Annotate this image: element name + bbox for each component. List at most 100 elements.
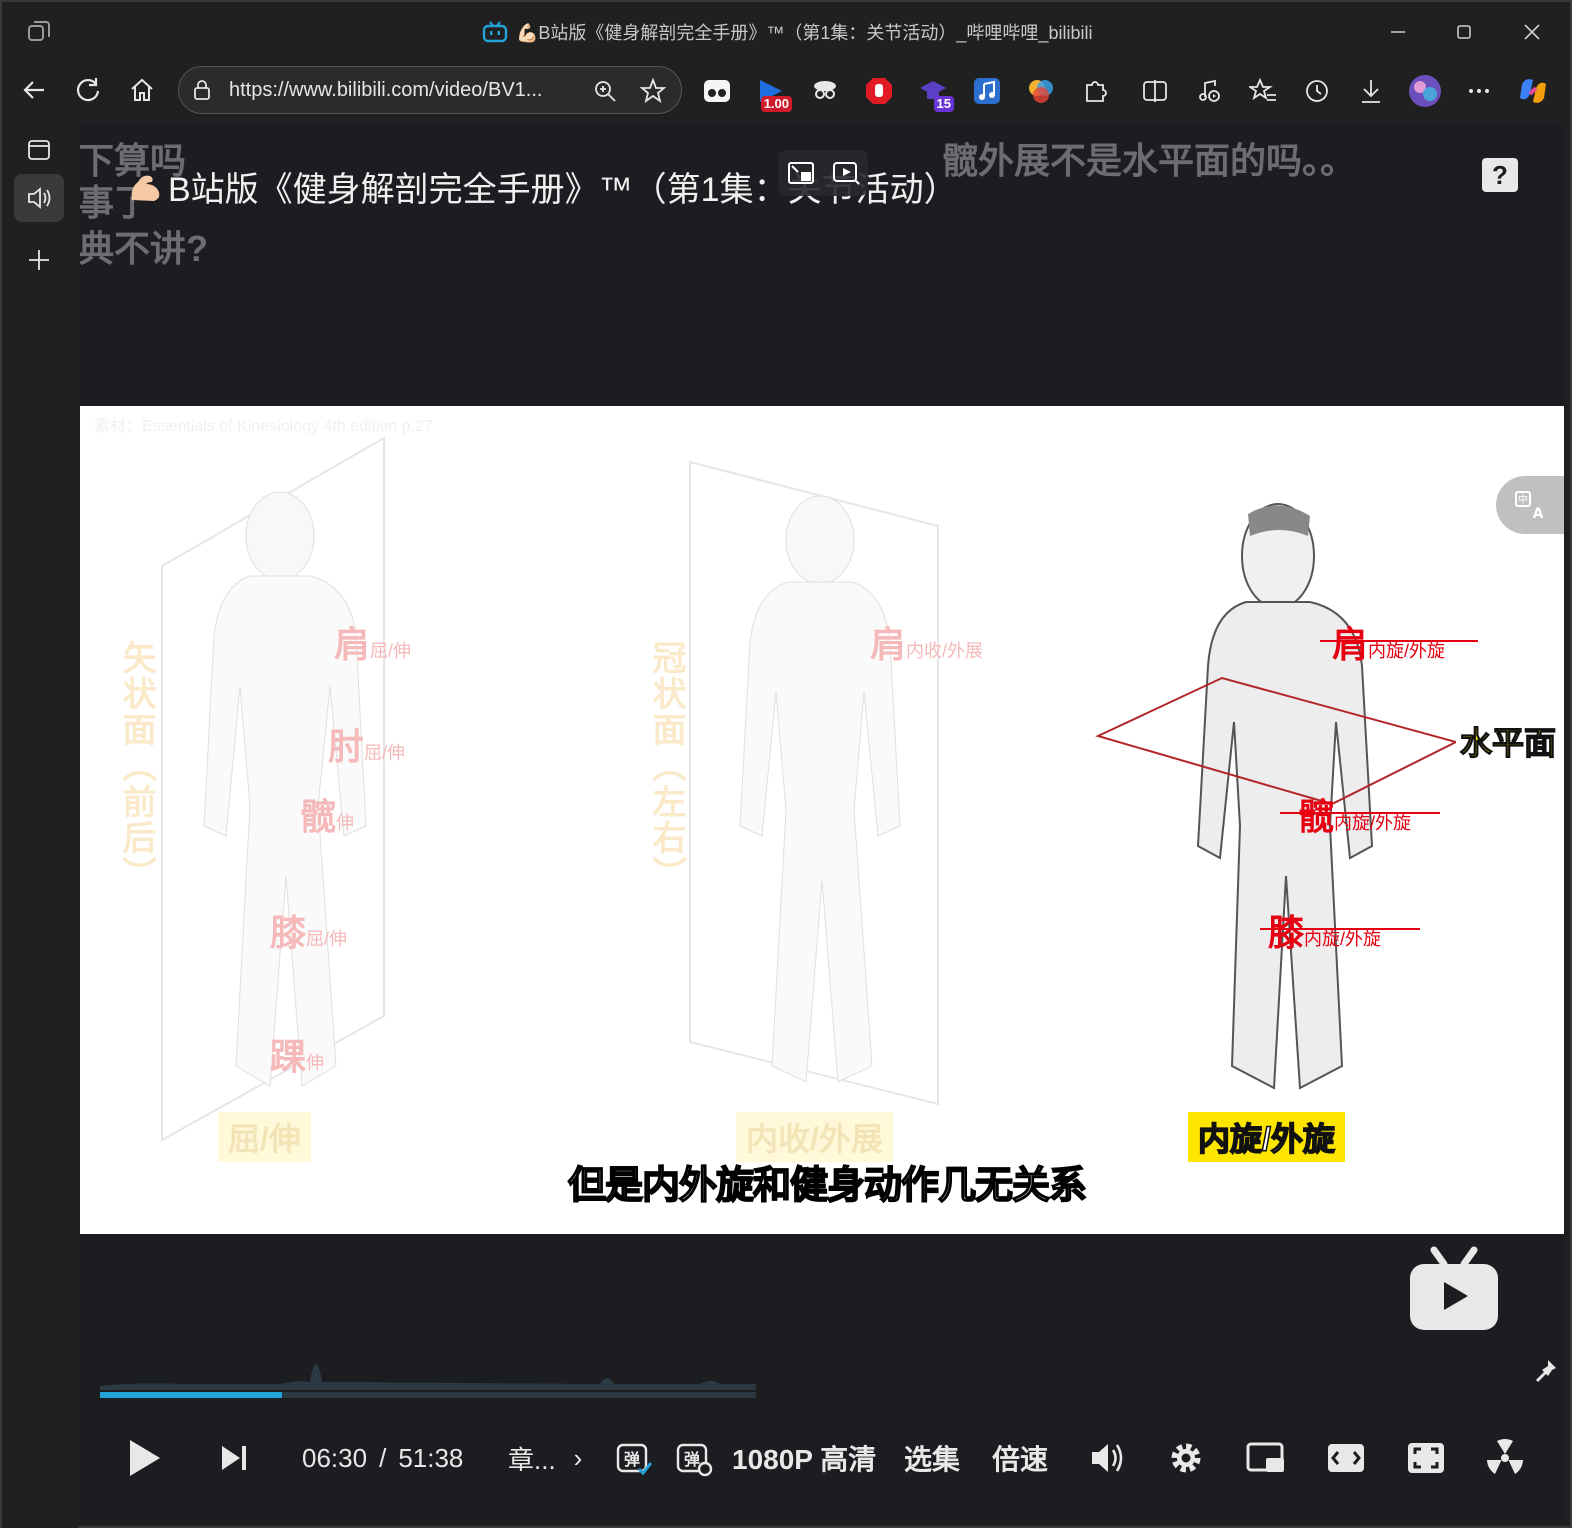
side-rail — [2, 122, 78, 1528]
profile-button[interactable] — [1408, 74, 1442, 108]
coronal-plane-figure — [689, 460, 939, 1106]
pin-icon[interactable] — [1534, 1358, 1558, 1382]
zoom-button[interactable] — [591, 77, 619, 105]
minimize-button[interactable] — [1376, 14, 1420, 50]
danmaku-comment: 典不讲? — [80, 228, 208, 269]
danmaku-settings-button[interactable]: 弹 — [674, 1436, 714, 1480]
bilibili-logo-icon[interactable] — [1408, 1246, 1500, 1334]
extensions-button[interactable] — [1078, 74, 1112, 108]
browser-toolbar: https://www.bilibili.com/video/BV1... 1.… — [2, 60, 1570, 122]
strike-line — [1280, 812, 1440, 814]
glasses-extension-icon — [704, 80, 730, 102]
history-button[interactable] — [1300, 74, 1334, 108]
maximize-icon — [1457, 25, 1471, 39]
home-icon — [131, 78, 153, 101]
svg-text:弹: 弹 — [684, 1450, 700, 1469]
new-tab-button[interactable] — [14, 236, 64, 284]
pip-exit-icon[interactable] — [786, 158, 816, 188]
episodes-label: 选集 — [904, 1444, 961, 1475]
joint-label: 髋伸 — [300, 796, 355, 837]
joint-label: 髋内旋/外旋 — [1298, 796, 1412, 837]
maximize-button[interactable] — [1442, 14, 1486, 50]
close-button[interactable] — [1510, 14, 1554, 50]
progress-track[interactable] — [100, 1392, 756, 1398]
refresh-button[interactable] — [68, 70, 108, 110]
fullscreen-button[interactable] — [1484, 1436, 1526, 1480]
speed-button[interactable]: 倍速 — [992, 1436, 1048, 1480]
home-button[interactable] — [122, 70, 162, 110]
floating-video-tools — [778, 150, 868, 196]
episodes-button[interactable]: 选集 — [904, 1436, 960, 1480]
help-button[interactable]: ? — [1482, 158, 1518, 192]
translate-button[interactable]: 中A — [1496, 476, 1564, 534]
history-icon — [1306, 80, 1328, 102]
url-text[interactable]: https://www.bilibili.com/video/BV1... — [229, 79, 542, 102]
puzzle-icon — [1086, 81, 1107, 102]
favorites-button[interactable] — [1246, 74, 1280, 108]
joint-label: 膝屈/伸 — [270, 912, 348, 953]
browser-window: 💪🏻B站版《健身解剖完全手册》™（第1集：关节活动）_哔哩哔哩_bilibili — [0, 0, 1572, 1528]
play-button[interactable] — [122, 1436, 166, 1480]
downloads-button[interactable] — [1354, 74, 1388, 108]
copilot-icon — [1520, 79, 1546, 103]
skip-next-icon — [222, 1446, 246, 1470]
stop-hand-extension-button[interactable] — [862, 74, 896, 108]
time-display: 06:30 / 51:38 — [302, 1436, 463, 1480]
picture-in-picture-icon — [1246, 1442, 1284, 1472]
visual-search-icon[interactable] — [831, 158, 861, 188]
player-controls: 06:30 / 51:38 章... › 弹 弹 1080P 高清 选集 倍速 — [80, 1422, 1564, 1502]
progress-area[interactable] — [100, 1336, 760, 1398]
horizontal-plane-label: 水平面 — [1456, 718, 1561, 764]
spy-extension-button[interactable] — [808, 74, 842, 108]
vertical-tabs-button[interactable] — [14, 126, 64, 174]
lock-icon[interactable] — [191, 79, 213, 101]
next-button[interactable] — [216, 1436, 252, 1480]
speed-label: 倍速 — [992, 1444, 1049, 1475]
address-bar[interactable]: https://www.bilibili.com/video/BV1... — [178, 66, 682, 114]
speed-extension-button[interactable]: 1.00 — [754, 74, 792, 112]
zoom-in-icon — [595, 81, 616, 102]
more-dots-icon — [1469, 89, 1489, 93]
split-screen-button[interactable] — [1138, 74, 1172, 108]
plus-icon — [29, 250, 49, 270]
glasses-extension-button[interactable] — [700, 74, 734, 108]
chapter-button[interactable]: 章... › — [508, 1436, 582, 1480]
music-note-extension-icon — [974, 78, 1000, 104]
settings-button[interactable] — [1166, 1436, 1206, 1480]
widescreen-button[interactable] — [1326, 1436, 1366, 1480]
window-title-text: 💪🏻B站版《健身解剖完全手册》™（第1集：关节活动）_哔哩哔哩_bilibili — [516, 23, 1093, 43]
svg-text:中: 中 — [1518, 493, 1528, 506]
quality-button[interactable]: 1080P 高清 — [732, 1436, 876, 1480]
flexed-biceps-icon — [131, 175, 160, 201]
danmaku-heat-graph — [100, 1364, 756, 1390]
mini-player-button[interactable] — [1246, 1436, 1286, 1480]
audio-tab-button[interactable] — [14, 174, 64, 222]
copilot-button[interactable] — [1516, 74, 1550, 108]
music-note-extension-button[interactable] — [970, 74, 1004, 108]
svg-text:A: A — [1533, 506, 1544, 522]
stop-hand-extension-icon — [866, 78, 892, 104]
fullscreen-web-button[interactable] — [1406, 1436, 1446, 1480]
graduation-cap-extension-button[interactable]: 15 — [916, 74, 954, 112]
joint-label: 肩屈/伸 — [334, 624, 412, 665]
favorite-button[interactable] — [639, 77, 667, 105]
split-screen-icon — [1143, 80, 1167, 102]
back-button[interactable] — [14, 70, 54, 110]
translate-icon: 中A — [1515, 491, 1544, 522]
video-frame[interactable]: 素材：Essentials of Kinesiology 4th edition… — [80, 406, 1564, 1234]
duration: 51:38 — [398, 1442, 464, 1473]
close-icon — [1524, 24, 1540, 40]
joint-label: 肩内旋/外旋 — [1332, 624, 1446, 665]
back-arrow-icon — [23, 81, 44, 99]
media-control-button[interactable] — [1192, 74, 1226, 108]
coronal-plane-label: 冠状面（左右） — [647, 640, 685, 892]
colorful-extension-button[interactable] — [1024, 74, 1058, 108]
sagittal-plane-label: 矢状面（前后） — [117, 640, 155, 892]
more-menu-button[interactable] — [1462, 74, 1496, 108]
tab-actions-icon[interactable] — [26, 18, 52, 44]
svg-text:弹: 弹 — [624, 1450, 640, 1469]
plane-caption: 内旋/外旋 — [1188, 1112, 1345, 1162]
star-icon — [640, 78, 666, 104]
volume-button[interactable] — [1088, 1436, 1128, 1480]
danmaku-toggle-button[interactable]: 弹 — [614, 1436, 654, 1480]
